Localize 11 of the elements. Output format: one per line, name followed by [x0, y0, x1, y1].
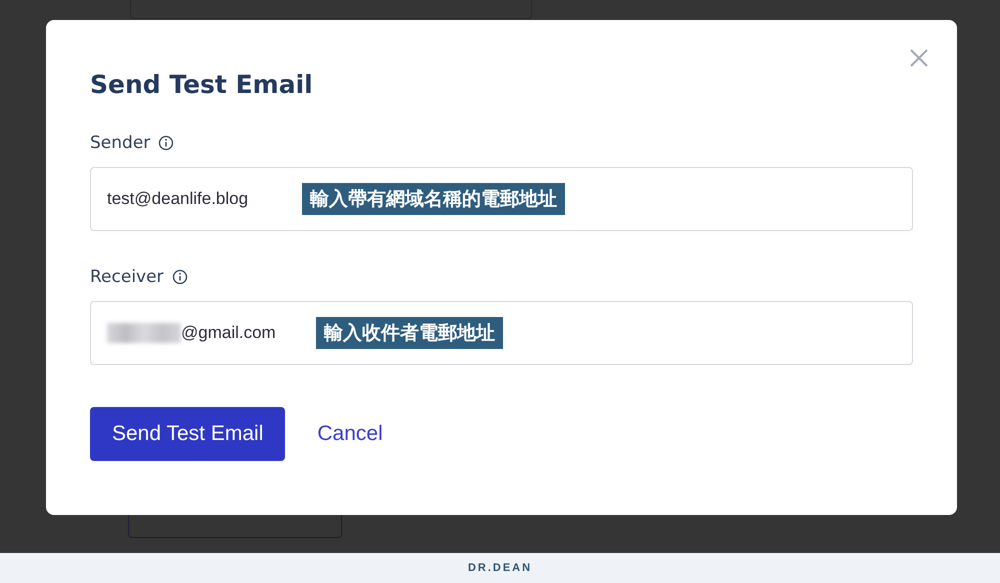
field-label: Sender — [90, 133, 150, 153]
field-label: Receiver — [90, 267, 164, 287]
annotation-label: 輸入收件者電郵地址 — [316, 317, 503, 349]
close-icon[interactable] — [909, 48, 929, 68]
dialog-title: Send Test Email — [90, 70, 314, 99]
logo: DR.DEAN — [468, 562, 532, 574]
send-button[interactable]: Send Test Email — [90, 407, 286, 461]
info-icon — [172, 269, 188, 285]
cancel-link[interactable]: Cancel — [317, 422, 383, 446]
annotation-label: 輸入帶有網域名稱的電郵地址 — [302, 183, 565, 215]
info-icon — [158, 135, 174, 151]
